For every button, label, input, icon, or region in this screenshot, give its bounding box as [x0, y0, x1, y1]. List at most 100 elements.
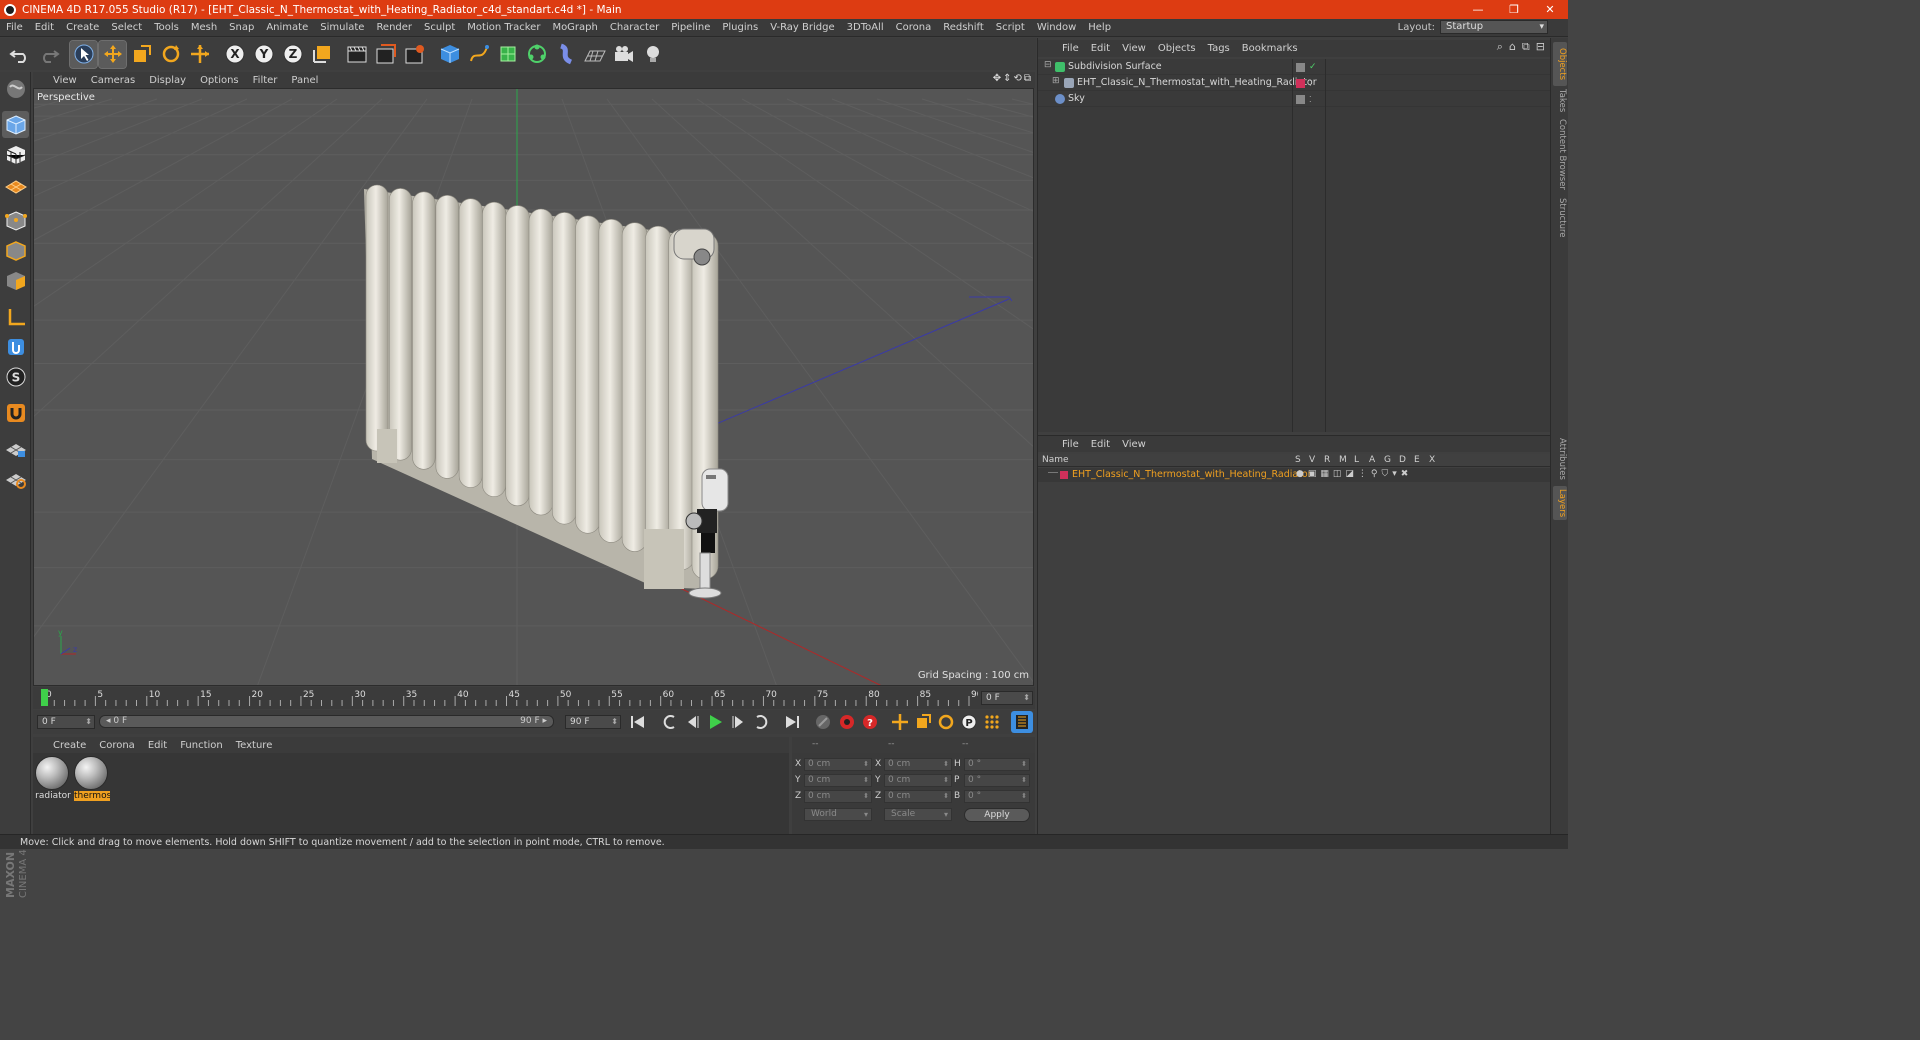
record-keys-disabled-icon[interactable] — [812, 711, 834, 733]
object-menu-file[interactable]: File — [1056, 43, 1085, 54]
layer-column-d[interactable]: D — [1399, 455, 1406, 465]
menu-help[interactable]: Help — [1082, 22, 1117, 33]
apply-button[interactable]: Apply — [964, 808, 1030, 822]
start-frame-field[interactable]: 0 F — [37, 715, 95, 729]
key-parameter-icon[interactable]: P — [958, 711, 980, 733]
go-to-previous-key-icon[interactable] — [659, 711, 681, 733]
size-z-field[interactable]: 0 cm — [884, 790, 952, 803]
object-menu-bookmarks[interactable]: Bookmarks — [1236, 43, 1304, 54]
material-radiator[interactable]: radiator — [35, 756, 71, 804]
edit-render-settings-icon[interactable] — [401, 41, 428, 68]
viewport-menu-cameras[interactable]: Cameras — [85, 75, 143, 86]
layer-column-a[interactable]: A — [1369, 455, 1375, 465]
object-menu-view[interactable]: View — [1116, 43, 1152, 54]
layer-menu-edit[interactable]: Edit — [1085, 439, 1116, 450]
menu-pipeline[interactable]: Pipeline — [665, 22, 716, 33]
menu-mesh[interactable]: Mesh — [185, 22, 223, 33]
layer-flag-icon[interactable] — [1296, 95, 1305, 104]
menu-corona[interactable]: Corona — [890, 22, 938, 33]
menu-redshift[interactable]: Redshift — [937, 22, 990, 33]
coordinate-system-icon[interactable] — [308, 41, 335, 68]
autokeying-icon[interactable]: ? — [859, 711, 881, 733]
subdivision-nurbs-icon[interactable] — [494, 41, 521, 68]
menu-sculpt[interactable]: Sculpt — [418, 22, 461, 33]
current-frame-field[interactable]: 0 F — [981, 691, 1033, 705]
z-axis-lock-icon[interactable]: Z — [279, 41, 306, 68]
points-mode-icon[interactable] — [2, 207, 29, 234]
menu-animate[interactable]: Animate — [260, 22, 314, 33]
axis-mode-icon[interactable] — [2, 303, 29, 330]
viewport-menu-filter[interactable]: Filter — [247, 75, 286, 86]
object-row-sky[interactable]: Sky — [1038, 91, 1550, 107]
tab-content-browser[interactable]: Content Browser — [1553, 118, 1567, 190]
texture-mode-icon[interactable] — [2, 141, 29, 168]
undo-icon[interactable] — [6, 41, 33, 68]
rotate-view-icon[interactable]: ⟲ — [1013, 73, 1021, 84]
menu-motion-tracker[interactable]: Motion Tracker — [461, 22, 546, 33]
redo-icon[interactable] — [35, 41, 62, 68]
viewport-menu-view[interactable]: View — [47, 75, 85, 86]
tab-structure[interactable]: Structure — [1553, 196, 1567, 240]
visibility-dots-icon[interactable]: ⁚ — [1309, 95, 1318, 104]
move-icon[interactable] — [98, 39, 127, 69]
edges-mode-icon[interactable] — [2, 237, 29, 264]
layout-dropdown[interactable]: Startup — [1440, 20, 1548, 34]
floor-scene-icon[interactable] — [581, 41, 608, 68]
light-icon[interactable] — [639, 41, 666, 68]
viewport-menu-panel[interactable]: Panel — [285, 75, 326, 86]
pan-view-icon[interactable]: ✥ — [993, 73, 1001, 84]
menu-create[interactable]: Create — [60, 22, 105, 33]
menu-snap[interactable]: Snap — [223, 22, 260, 33]
end-frame-field[interactable]: 90 F — [565, 715, 621, 729]
scale-icon[interactable] — [128, 41, 155, 68]
key-rotation-icon[interactable] — [935, 711, 957, 733]
timeline-window-icon[interactable] — [1011, 711, 1033, 733]
toggle-view-icon[interactable]: ⧉ — [1024, 73, 1031, 84]
object-row-subdivision-surface[interactable]: ⊟ Subdivision Surface — [1038, 59, 1550, 75]
rotate-icon[interactable] — [157, 41, 184, 68]
viewport-menu-options[interactable]: Options — [194, 75, 247, 86]
menu-render[interactable]: Render — [370, 22, 418, 33]
layer-column-s[interactable]: S — [1295, 455, 1301, 465]
layer-column-e[interactable]: E — [1414, 455, 1420, 465]
collapse-panel-icon[interactable]: ⊟ — [1536, 40, 1545, 54]
make-editable-icon[interactable] — [2, 75, 29, 102]
deformer-icon[interactable] — [552, 41, 579, 68]
viewport-camera-label[interactable]: Perspective — [37, 92, 95, 103]
snap-icon[interactable]: S — [2, 363, 29, 390]
material-thermos[interactable]: thermos — [74, 756, 110, 804]
menu-select[interactable]: Select — [105, 22, 148, 33]
menu-script[interactable]: Script — [990, 22, 1031, 33]
coordinate-space-dropdown[interactable]: World — [804, 808, 872, 821]
layer-color-icon[interactable] — [1296, 79, 1305, 88]
position-x-field[interactable]: 0 cm — [804, 758, 872, 771]
close-button[interactable]: ✕ — [1532, 0, 1568, 19]
layer-column-r[interactable]: R — [1324, 455, 1330, 465]
model-mode-icon[interactable] — [2, 111, 29, 138]
menu-file[interactable]: File — [0, 22, 29, 33]
menu-edit[interactable]: Edit — [29, 22, 60, 33]
record-active-objects-icon[interactable] — [836, 711, 858, 733]
layer-flag-icon[interactable] — [1296, 63, 1305, 72]
key-scale-icon[interactable] — [912, 711, 934, 733]
tab-layers[interactable]: Layers — [1553, 486, 1567, 520]
size-y-field[interactable]: 0 cm — [884, 774, 952, 787]
collapse-icon[interactable]: ⊟ — [1044, 60, 1052, 70]
tab-attributes[interactable]: Attributes — [1553, 436, 1567, 482]
minimize-button[interactable]: — — [1460, 0, 1496, 19]
object-menu-edit[interactable]: Edit — [1085, 43, 1116, 54]
layer-row[interactable]: EHT_Classic_N_Thermostat_with_Heating_Ra… — [1038, 468, 1550, 482]
timeline-playhead[interactable] — [41, 689, 48, 706]
material-menu-corona[interactable]: Corona — [93, 740, 142, 751]
layer-column-v[interactable]: V — [1309, 455, 1315, 465]
polygons-mode-icon[interactable] — [2, 267, 29, 294]
menu-window[interactable]: Window — [1031, 22, 1082, 33]
position-z-field[interactable]: 0 cm — [804, 790, 872, 803]
maximize-button[interactable]: ❐ — [1496, 0, 1532, 19]
layer-column-g[interactable]: G — [1384, 455, 1391, 465]
layer-toggle-icons[interactable]: ●▣▦◫◪⋮⚲⛉▾✖ — [1296, 469, 1412, 479]
material-menu-edit[interactable]: Edit — [142, 740, 174, 751]
size-mode-dropdown[interactable]: Scale — [884, 808, 952, 821]
home-icon[interactable]: ⌂ — [1509, 40, 1516, 54]
go-to-end-icon[interactable] — [781, 711, 803, 733]
